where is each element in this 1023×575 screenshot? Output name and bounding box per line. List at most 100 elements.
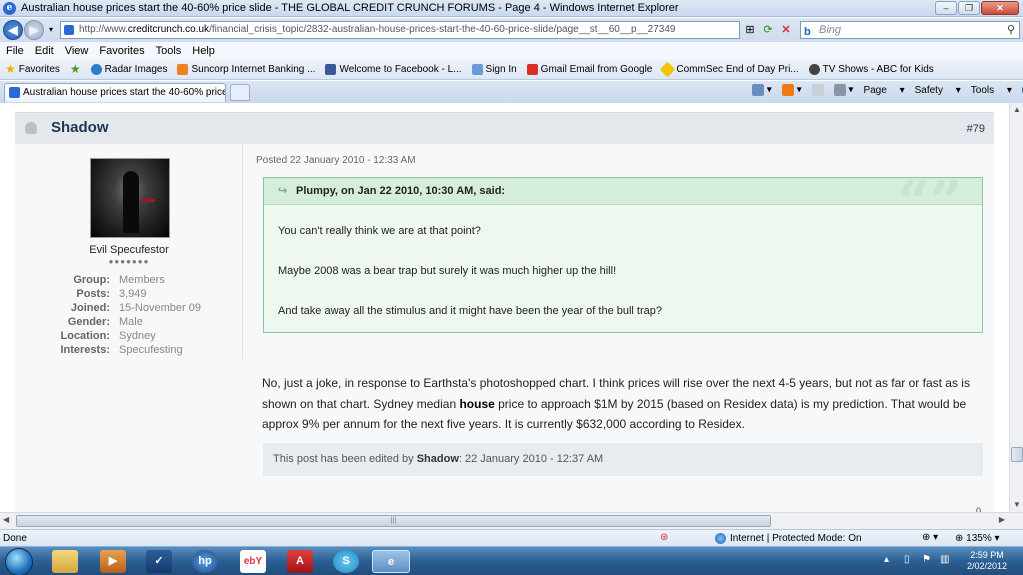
tab-current[interactable]: Australian house prices start the 40-60%… xyxy=(4,83,226,102)
post-date: Posted 22 January 2010 - 12:33 AM xyxy=(256,155,416,166)
horizontal-scrollbar[interactable]: ◀ ||| ▶ xyxy=(0,512,1023,529)
clock[interactable]: 2:59 PM 2/02/2012 xyxy=(967,550,1007,572)
start-button[interactable] xyxy=(5,548,33,575)
favorites-button[interactable]: ★ Favorites xyxy=(5,62,60,76)
safety-menu-button[interactable]: Safety ▾ xyxy=(915,85,961,96)
scroll-left-arrow[interactable]: ◀ xyxy=(3,515,9,524)
tools-menu-button[interactable]: Tools ▾ xyxy=(971,85,1012,96)
edit-notice: This post has been edited by Shadow: 22 … xyxy=(263,443,983,476)
status-text: Done xyxy=(3,533,27,544)
bing-icon: b xyxy=(804,26,811,38)
fav-link-abc-kids[interactable]: TV Shows - ABC for Kids xyxy=(808,63,934,75)
post-body: Evil Specufestor ●●●●●●● Group: Members P… xyxy=(15,144,994,512)
search-icon[interactable]: ⚲ xyxy=(1007,22,1015,38)
fav-link-sign-in[interactable]: Sign In xyxy=(471,63,517,75)
address-bar[interactable]: http://www.creditcrunch.co.uk/financial_… xyxy=(60,21,740,39)
back-button[interactable]: ◀ xyxy=(3,20,23,40)
skype-taskbar-icon[interactable]: S xyxy=(333,550,359,573)
abc-icon xyxy=(808,63,820,75)
tray-flag-icon[interactable]: ⚑ xyxy=(922,554,931,565)
add-to-favorites-icon: ★ xyxy=(69,62,81,76)
window-title: Australian house prices start the 40-60%… xyxy=(21,2,679,14)
home-button[interactable]: ▾ xyxy=(752,84,772,96)
page-menu-button[interactable]: Page ▾ xyxy=(863,85,904,96)
quote-mark-icon: “” xyxy=(897,169,962,235)
rss-icon xyxy=(781,84,794,96)
fav-link-radar[interactable]: Radar Images xyxy=(90,63,167,75)
mail-icon xyxy=(811,84,824,96)
checkmark-app-taskbar-icon[interactable]: ✓ xyxy=(146,550,172,573)
post-number-link[interactable]: #79 xyxy=(967,123,985,135)
forward-button[interactable]: ▶ xyxy=(24,20,44,40)
menu-file[interactable]: File xyxy=(6,45,24,57)
quote-line: You can't really think we are at that po… xyxy=(278,225,481,237)
window-titlebar: e Australian house prices start the 40-6… xyxy=(0,0,1023,17)
tray-network-icon[interactable]: ▥ xyxy=(940,554,949,565)
feeds-button[interactable]: ▾ xyxy=(781,84,802,96)
vertical-scroll-thumb[interactable] xyxy=(1011,447,1023,462)
vertical-scrollbar[interactable]: ▲ ▼ xyxy=(1009,103,1023,512)
menu-tools[interactable]: Tools xyxy=(156,45,182,57)
hp-taskbar-icon[interactable]: hp xyxy=(192,550,218,573)
menu-view[interactable]: View xyxy=(65,45,89,57)
print-button[interactable]: ▾ xyxy=(833,84,853,96)
editor-name: Shadow xyxy=(416,453,459,465)
quote-line: Maybe 2008 was a bear trap but surely it… xyxy=(278,265,617,277)
stop-icon[interactable]: ✕ xyxy=(778,22,794,38)
acrobat-taskbar-icon[interactable]: A xyxy=(287,550,313,573)
menu-edit[interactable]: Edit xyxy=(35,45,54,57)
refresh-icon[interactable]: ⟳ xyxy=(760,22,776,38)
scroll-down-arrow[interactable]: ▼ xyxy=(1010,498,1023,512)
post-author-link[interactable]: Shadow xyxy=(51,119,109,136)
read-mail-button[interactable] xyxy=(811,84,824,96)
avatar[interactable] xyxy=(90,158,170,238)
search-box[interactable]: b Bing ⚲ xyxy=(800,21,1020,39)
favorites-bar: ★ Favorites ★ Radar Images Suncorp Intern… xyxy=(0,59,1023,80)
compatibility-view-icon[interactable]: ⊞ xyxy=(742,22,758,38)
page-content: Shadow #79 Evil Specufestor ●●●●●●● Grou… xyxy=(0,103,1009,512)
print-icon xyxy=(833,84,846,96)
fav-link-facebook[interactable]: Welcome to Facebook - L... xyxy=(325,63,462,75)
quote-line: And take away all the stimulus and it mi… xyxy=(278,305,663,317)
home-icon xyxy=(752,84,764,96)
quote-header: ↪ Plumpy, on Jan 22 2010, 10:30 AM, said… xyxy=(264,178,982,205)
protected-mode-icon[interactable]: ⊕ ▾ xyxy=(922,532,938,543)
maximize-button[interactable]: ❐ xyxy=(958,1,980,15)
ie-taskbar-icon[interactable]: e xyxy=(372,550,410,573)
search-placeholder: Bing xyxy=(819,24,842,36)
scroll-up-arrow[interactable]: ▲ xyxy=(1010,103,1023,117)
horizontal-scroll-thumb[interactable]: ||| xyxy=(16,515,771,527)
star-icon: ★ xyxy=(5,62,16,76)
clock-time: 2:59 PM xyxy=(970,550,1004,560)
menu-favorites[interactable]: Favorites xyxy=(99,45,144,57)
recent-pages-dropdown[interactable]: ▾ xyxy=(43,22,59,38)
clock-date: 2/02/2012 xyxy=(966,561,1007,571)
quote-arrow-icon[interactable]: ↪ xyxy=(278,178,287,205)
close-window-button[interactable]: ✕ xyxy=(981,1,1019,15)
sign-in-icon xyxy=(471,63,483,75)
fav-link-commsec[interactable]: CommSec End of Day Pri... xyxy=(660,61,799,77)
post-text: No, just a joke, in response to Earthsta… xyxy=(262,376,970,431)
post-header: Shadow #79 xyxy=(15,112,994,144)
tray-device-icon[interactable]: ▯ xyxy=(904,554,910,565)
commsec-icon xyxy=(660,61,676,77)
tray-expand-icon[interactable]: ▴ xyxy=(884,554,889,565)
member-rank: Evil Specufestor xyxy=(89,244,169,256)
explorer-taskbar-icon[interactable] xyxy=(52,550,78,573)
suncorp-icon xyxy=(177,63,189,75)
command-bar: ▾ ▾ ▾ Page ▾ Safety ▾ Tools ▾ ▾ xyxy=(752,84,1023,96)
ebay-taskbar-icon[interactable]: ebY xyxy=(240,550,266,573)
media-player-taskbar-icon[interactable]: ▶ xyxy=(100,550,126,573)
zoom-level[interactable]: ⊕ 135% ▾ xyxy=(955,533,1000,544)
rank-pips: ●●●●●●● xyxy=(108,257,150,266)
add-favorite-button[interactable]: ★ xyxy=(70,62,81,76)
scroll-right-arrow[interactable]: ▶ xyxy=(999,515,1005,524)
new-tab-button[interactable] xyxy=(230,84,250,101)
privacy-icon[interactable]: ⊛ xyxy=(660,532,668,543)
radar-icon xyxy=(90,63,102,75)
fav-link-gmail[interactable]: Gmail Email from Google xyxy=(526,63,652,75)
menu-help[interactable]: Help xyxy=(192,45,215,57)
fav-link-suncorp[interactable]: Suncorp Internet Banking ... xyxy=(177,63,315,75)
minimize-button[interactable]: – xyxy=(935,1,957,15)
security-zone[interactable]: Internet | Protected Mode: On xyxy=(730,533,862,544)
